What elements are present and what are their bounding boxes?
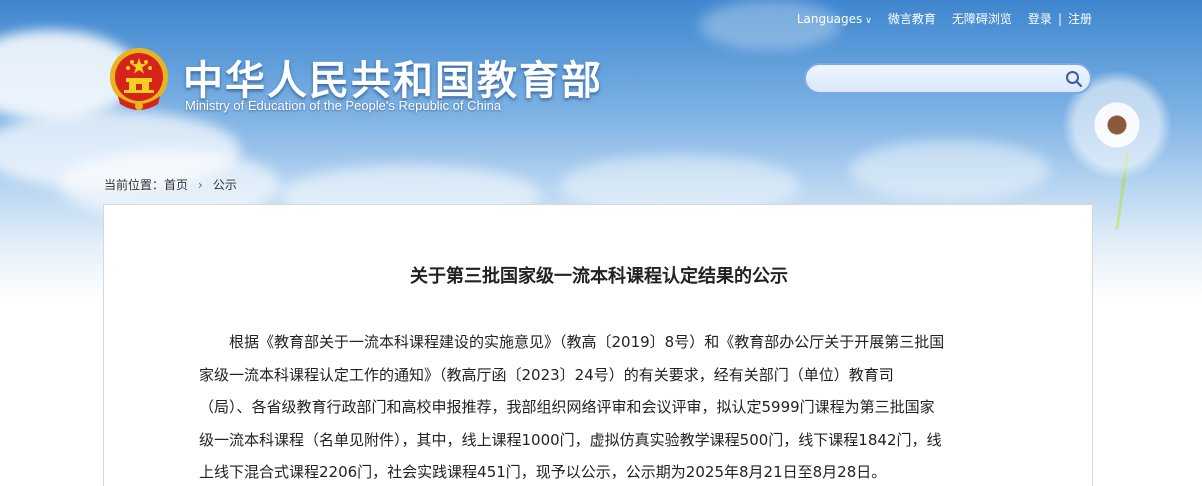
paragraph-line: （局）、各省级教育行政部门和高校申报推荐，我部组织网络评审和会议评审，拟认定59… xyxy=(199,398,935,416)
languages-label: Languages xyxy=(796,11,863,26)
search-box xyxy=(804,63,1092,94)
paragraph-line: 根据《教育部关于一流本科课程建设的实施意见》（教高〔2019〕8号）和《教育部办… xyxy=(229,333,945,351)
languages-menu[interactable]: Languages ∨ xyxy=(797,12,872,26)
paragraph-line: 家级一流本科课程认定工作的通知》（教高厅函〔2023〕24号）的有关要求，经有关… xyxy=(199,365,894,384)
accessible-browse-link[interactable]: 无障碍浏览 xyxy=(952,10,1012,27)
article-paragraph: 根据《教育部关于一流本科课程建设的实施意见》（教高〔2019〕8号）和《教育部办… xyxy=(199,326,1009,486)
nav-separator: | xyxy=(1057,11,1062,26)
paragraph-line: 级一流本科课程（名单见附件），其中，线上课程1000门，虚拟仿真实验教学课程50… xyxy=(199,430,942,449)
chevron-right-icon: › xyxy=(198,178,203,192)
register-link[interactable]: 注册 xyxy=(1068,10,1092,27)
breadcrumb-home-link[interactable]: 首页 xyxy=(164,178,188,192)
article-panel: 关于第三批国家级一流本科课程认定结果的公示 根据《教育部关于一流本科课程建设的实… xyxy=(103,204,1093,486)
site-title-en[interactable]: Ministry of Education of the People's Re… xyxy=(185,98,501,113)
article-title: 关于第三批国家级一流本科课程认定结果的公示 xyxy=(410,266,788,287)
breadcrumb-current-link[interactable]: 公示 xyxy=(213,178,237,192)
search-input[interactable] xyxy=(806,65,1056,92)
breadcrumb-prefix: 当前位置： xyxy=(104,178,165,192)
paragraph-line: 上线下混合式课程2206门，社会实践课程451门，现予以公示，公示期为2025年… xyxy=(199,463,887,481)
search-icon[interactable] xyxy=(1065,70,1083,88)
chevron-down-icon: ∨ xyxy=(865,15,872,26)
login-link[interactable]: 登录 xyxy=(1028,10,1052,27)
weibo-link[interactable]: 微言教育 xyxy=(888,10,936,27)
breadcrumb: 当前位置：首页 › 公示 xyxy=(104,176,237,193)
national-emblem-icon xyxy=(110,48,168,110)
top-navigation: Languages ∨ 微言教育 无障碍浏览 登录 | 注册 xyxy=(781,10,1092,27)
